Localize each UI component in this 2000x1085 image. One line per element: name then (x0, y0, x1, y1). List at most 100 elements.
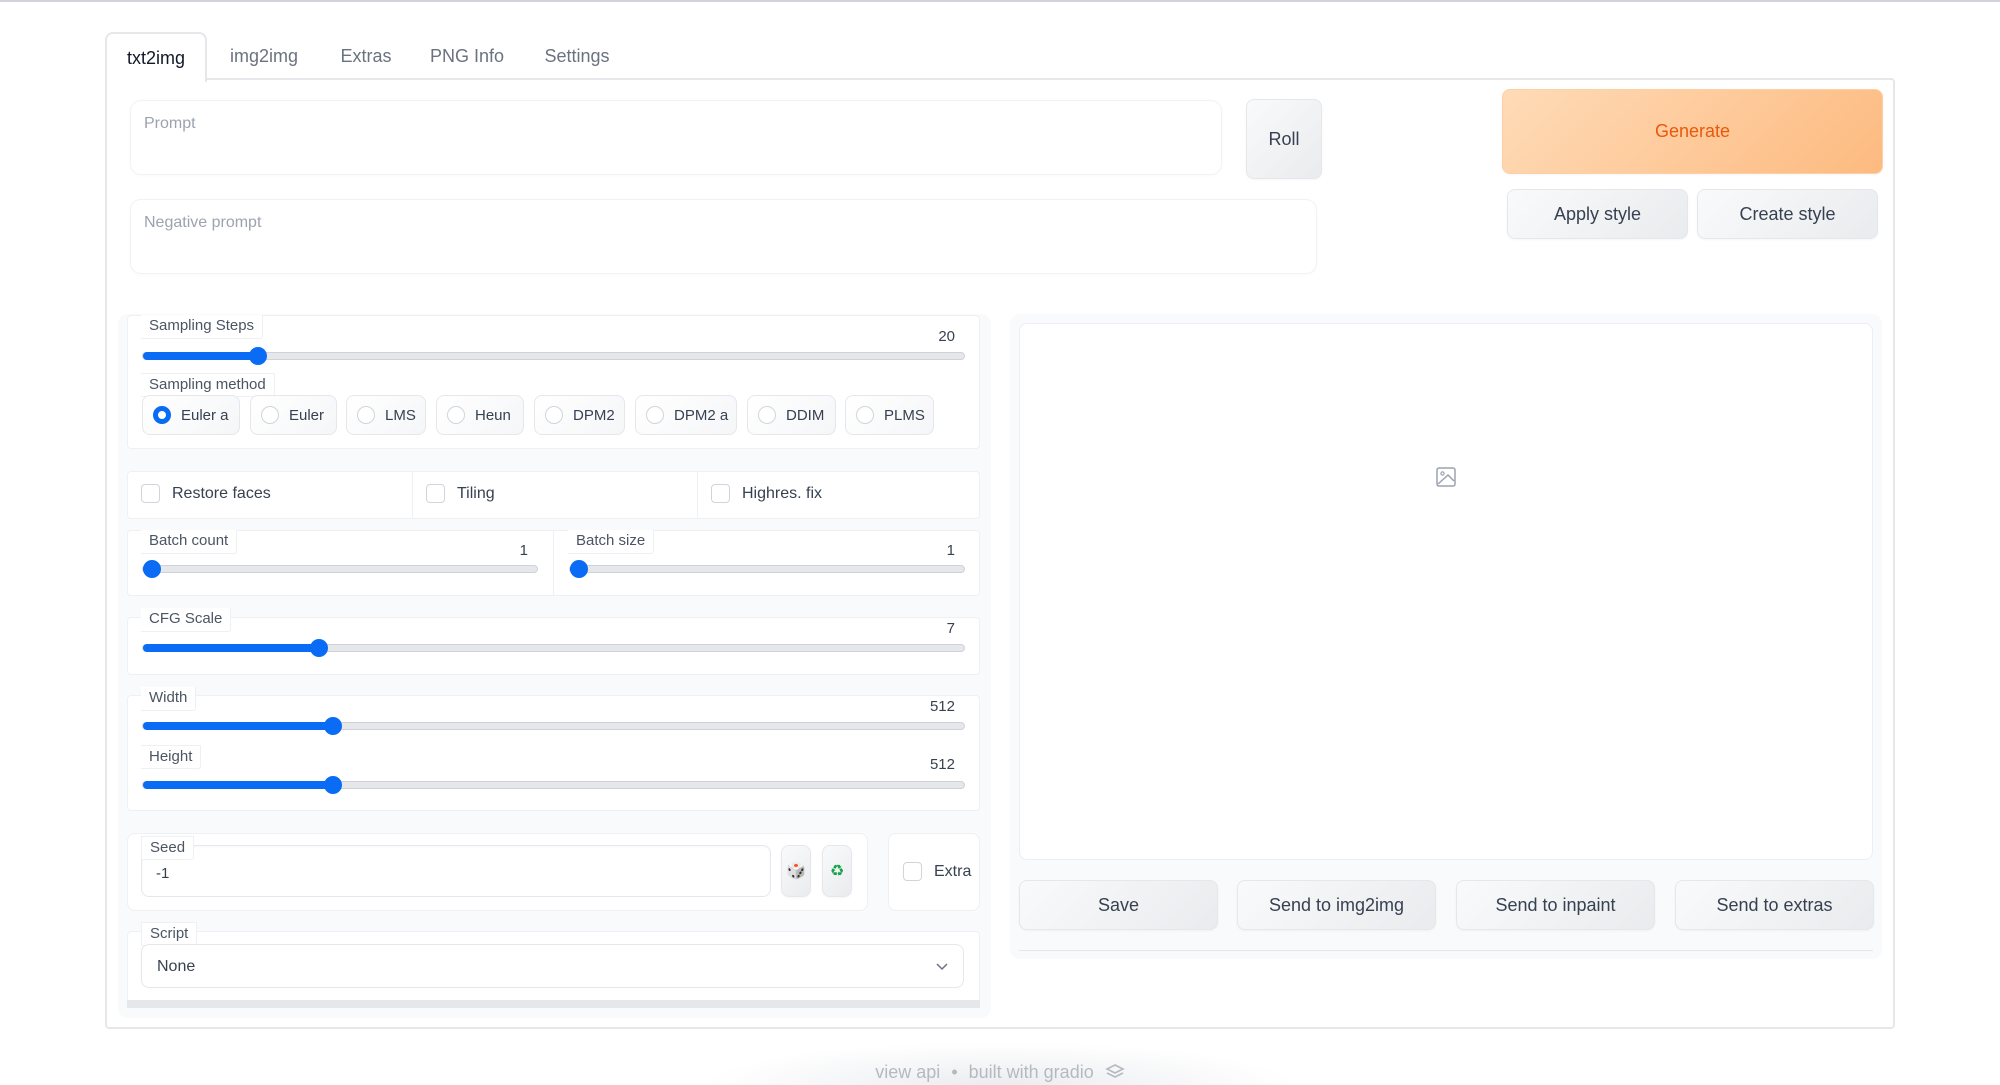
apply-style-button[interactable]: Apply style (1507, 189, 1688, 239)
script-block-footer (127, 1000, 980, 1008)
image-icon (1436, 467, 1456, 487)
batch-size-label: Batch size (568, 530, 655, 554)
height-slider[interactable] (142, 776, 965, 794)
radio-label: Euler a (181, 406, 229, 424)
cfg-scale-value: 7 (946, 620, 955, 637)
slider-fill (143, 722, 334, 730)
radio-circle-icon (646, 406, 664, 424)
save-button[interactable]: Save (1019, 880, 1218, 930)
sampling-method-label: Sampling method (141, 373, 275, 397)
radio-dpm2-a[interactable]: DPM2 a (635, 395, 737, 435)
radio-label: DPM2 (573, 406, 615, 424)
checkbox-label: Restore faces (172, 484, 271, 502)
radio-circle-icon (545, 406, 563, 424)
slider-thumb[interactable] (248, 347, 267, 365)
highres-fix-checkbox[interactable]: Highres. fix (711, 484, 822, 503)
gradio-logo-icon (1104, 1064, 1125, 1078)
seed-label: Seed (141, 836, 195, 860)
send-to-inpaint-button[interactable]: Send to inpaint (1456, 880, 1655, 930)
radio-ddim[interactable]: DDIM (747, 395, 836, 435)
batch-count-value: 1 (519, 542, 528, 559)
slider-thumb[interactable] (309, 639, 328, 657)
dice-icon: 🎲 (786, 863, 806, 880)
batch-size-slider[interactable] (569, 560, 965, 578)
send-to-img2img-button[interactable]: Send to img2img (1237, 880, 1436, 930)
script-select[interactable]: None (141, 944, 964, 988)
tab-txt2img[interactable]: txt2img (105, 32, 207, 82)
prompt-input[interactable]: Prompt (131, 101, 1221, 174)
radio-plms[interactable]: PLMS (845, 395, 934, 435)
cfg-scale-slider[interactable] (142, 639, 965, 657)
sampling-steps-slider[interactable] (142, 347, 965, 365)
slider-fill (143, 352, 258, 360)
radio-label: DPM2 a (674, 406, 729, 424)
radio-label: Heun (475, 406, 511, 424)
chevron-down-icon (936, 963, 948, 971)
footer-separator: • (951, 1062, 958, 1082)
script-label: Script (141, 922, 198, 946)
prompt-placeholder: Prompt (144, 115, 196, 132)
checkbox-box (141, 484, 160, 503)
view-api-link[interactable]: view api (875, 1062, 940, 1082)
radio-dpm2[interactable]: DPM2 (534, 395, 625, 435)
recycle-icon: ♻ (829, 863, 845, 880)
radio-circle-icon (758, 406, 776, 424)
footer: view api • built with gradio (0, 1062, 2000, 1083)
built-with-gradio-link[interactable]: built with gradio (969, 1062, 1094, 1082)
radio-lms[interactable]: LMS (346, 395, 426, 435)
radio-euler[interactable]: Euler (250, 395, 337, 435)
divider (553, 530, 554, 596)
seed-input[interactable]: -1 (141, 845, 771, 897)
cfg-scale-label: CFG Scale (141, 608, 232, 632)
send-to-extras-button[interactable]: Send to extras (1675, 880, 1874, 930)
checkbox-label: Extra (934, 862, 972, 880)
divider (412, 471, 413, 519)
height-label: Height (141, 745, 202, 769)
extra-checkbox[interactable]: Extra (903, 862, 971, 881)
divider (697, 471, 698, 519)
tab-extras[interactable]: Extras (330, 32, 402, 80)
radio-euler-a[interactable]: Euler a (142, 395, 240, 435)
checkbox-label: Highres. fix (742, 484, 823, 502)
slider-fill (143, 781, 334, 789)
tab-img2img[interactable]: img2img (214, 32, 314, 80)
output-divider (1019, 950, 1873, 951)
roll-button[interactable]: Roll (1246, 99, 1322, 179)
radio-label: LMS (385, 406, 416, 424)
tab-png-info[interactable]: PNG Info (420, 32, 514, 80)
script-selected-value: None (157, 958, 196, 975)
radio-circle-icon (447, 406, 465, 424)
checkbox-box (903, 862, 922, 881)
batch-size-value: 1 (946, 542, 955, 559)
radio-label: Euler (289, 406, 325, 424)
sampling-steps-value: 20 (938, 328, 955, 345)
restore-faces-checkbox[interactable]: Restore faces (141, 484, 271, 503)
width-label: Width (141, 687, 197, 711)
batch-count-label: Batch count (141, 530, 238, 554)
negative-prompt-input[interactable]: Negative prompt (131, 200, 1316, 273)
height-value: 512 (929, 756, 955, 773)
reuse-seed-button[interactable]: ♻ (822, 845, 852, 897)
tiling-checkbox[interactable]: Tiling (426, 484, 495, 503)
sampling-steps-label: Sampling Steps (141, 315, 264, 339)
negative-prompt-placeholder: Negative prompt (144, 214, 262, 231)
radio-selected-icon (153, 406, 171, 424)
radio-circle-icon (357, 406, 375, 424)
random-seed-button[interactable]: 🎲 (781, 845, 811, 897)
radio-label: DDIM (786, 406, 825, 424)
slider-thumb[interactable] (570, 560, 588, 578)
dimensions-block (127, 695, 980, 811)
slider-thumb[interactable] (143, 560, 161, 578)
checkbox-box (426, 484, 445, 503)
tab-settings[interactable]: Settings (532, 32, 622, 80)
radio-label: PLMS (884, 406, 925, 424)
create-style-button[interactable]: Create style (1697, 189, 1878, 239)
width-value: 512 (929, 698, 955, 715)
width-slider[interactable] (142, 717, 965, 735)
radio-heun[interactable]: Heun (436, 395, 524, 435)
checkbox-box (711, 484, 730, 503)
output-gallery (1019, 323, 1873, 860)
generate-button[interactable]: Generate (1502, 89, 1883, 174)
batch-count-slider[interactable] (142, 560, 538, 578)
checkbox-label: Tiling (457, 484, 495, 502)
